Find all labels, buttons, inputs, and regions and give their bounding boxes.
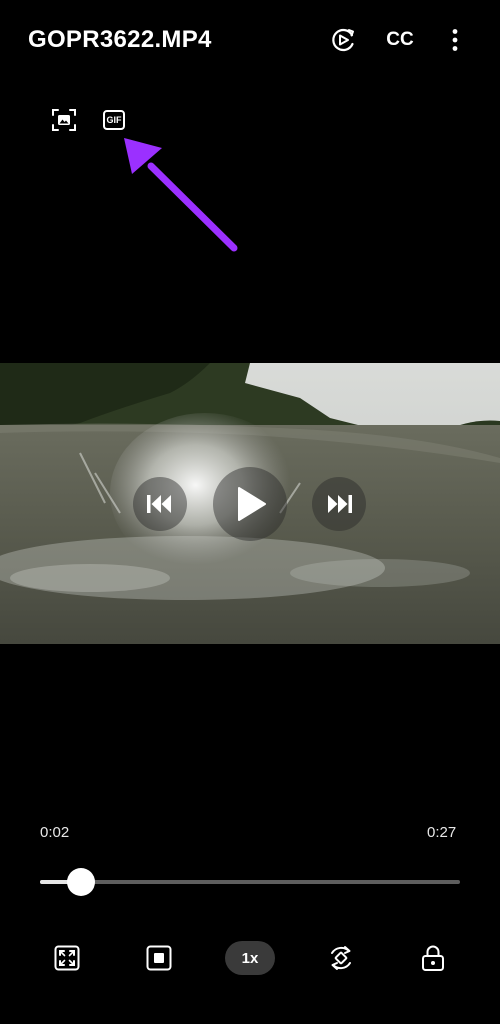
play-button[interactable] xyxy=(213,467,287,541)
lock-button[interactable] xyxy=(417,942,449,974)
seek-bar-thumb[interactable] xyxy=(67,868,96,896)
playback-speed-button[interactable]: 1x xyxy=(225,941,275,975)
skip-previous-icon xyxy=(147,495,171,513)
rotate-icon xyxy=(331,946,351,970)
current-time: 0:02 xyxy=(40,824,70,841)
capture-image-icon[interactable] xyxy=(50,106,78,134)
cc-button[interactable]: CC xyxy=(384,24,416,56)
top-app-bar: GOPR3622.MP4 CC xyxy=(0,0,500,80)
gif-icon: GIF xyxy=(103,110,125,130)
screen-share-icon[interactable] xyxy=(327,24,359,56)
more-vert-icon-svg xyxy=(452,29,458,51)
stop-icon xyxy=(146,945,172,971)
more-vert-icon[interactable] xyxy=(439,24,471,56)
capture-image-icon-svg xyxy=(52,109,76,131)
rotate-button[interactable] xyxy=(325,942,357,974)
play-icon xyxy=(238,487,266,521)
lock-icon xyxy=(422,945,444,971)
annotation-arrow xyxy=(124,138,238,252)
skip-next-button[interactable] xyxy=(312,477,366,531)
video-frame[interactable] xyxy=(0,363,500,644)
skip-previous-button[interactable] xyxy=(133,477,187,531)
total-time: 0:27 xyxy=(427,824,457,841)
screen-share-icon-svg xyxy=(332,28,354,52)
video-title: GOPR3622.MP4 xyxy=(28,26,212,53)
skip-next-icon xyxy=(328,495,352,513)
seek-bar[interactable] xyxy=(40,868,460,896)
fit-screen-icon xyxy=(54,945,80,971)
fit-screen-button[interactable] xyxy=(51,942,83,974)
stop-button[interactable] xyxy=(143,942,175,974)
